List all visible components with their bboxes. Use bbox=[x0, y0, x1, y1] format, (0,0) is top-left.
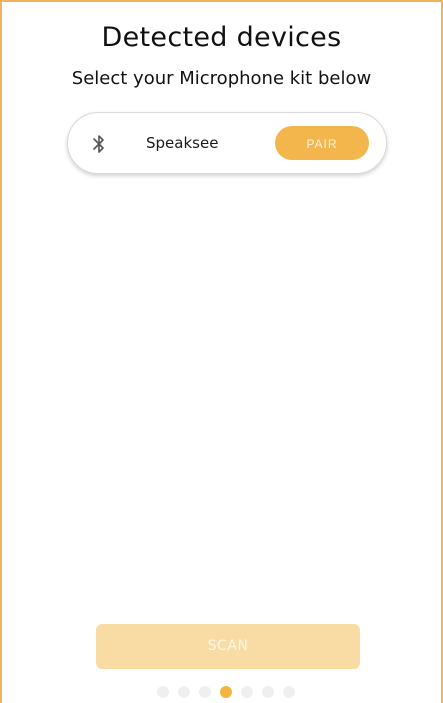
device-name: Speaksee bbox=[146, 134, 219, 152]
screen-frame bbox=[0, 0, 443, 703]
pagination-dot-active bbox=[220, 686, 232, 698]
page-title: Detected devices bbox=[101, 22, 342, 53]
scan-button[interactable]: SCAN bbox=[96, 624, 360, 669]
pagination-dot bbox=[178, 686, 190, 698]
pagination-dot bbox=[157, 686, 169, 698]
pair-button[interactable]: PAIR bbox=[275, 126, 369, 160]
pagination-dot bbox=[283, 686, 295, 698]
device-list-item[interactable]: Speaksee PAIR bbox=[67, 112, 387, 174]
pagination-dot bbox=[262, 686, 274, 698]
pagination-dots bbox=[157, 686, 295, 698]
pagination-dot bbox=[241, 686, 253, 698]
pagination-dot bbox=[199, 686, 211, 698]
bluetooth-icon bbox=[90, 134, 108, 154]
page-subtitle: Select your Microphone kit below bbox=[71, 68, 372, 89]
